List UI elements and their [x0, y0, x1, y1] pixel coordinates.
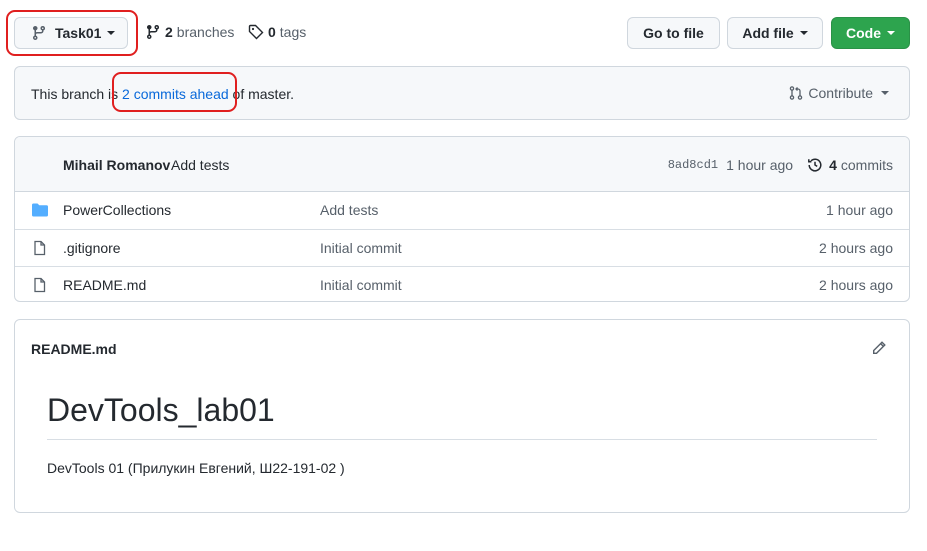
- ahead-prefix: This branch is: [31, 86, 123, 102]
- commit-time: 1 hour ago: [726, 157, 794, 173]
- latest-commit-bar: Mihail Romanov Add tests 8ad8cd1 1 hour …: [15, 137, 909, 192]
- tag-icon: [248, 24, 264, 40]
- branch-ahead-text: This branch is 2 commits ahead of master…: [31, 86, 294, 102]
- tags-link[interactable]: 0 tags: [248, 24, 306, 40]
- git-pull-request-icon: [788, 85, 804, 101]
- add-file-button[interactable]: Add file: [727, 17, 823, 49]
- pencil-icon[interactable]: [871, 340, 887, 356]
- file-commit-message[interactable]: Initial commit: [320, 240, 402, 256]
- branch-ahead-banner: This branch is 2 commits ahead of master…: [14, 66, 910, 120]
- commits-ahead-link[interactable]: 2 commits ahead: [122, 86, 229, 102]
- file-icon: [31, 277, 49, 293]
- history-icon: [807, 157, 823, 173]
- add-file-label: Add file: [742, 25, 794, 41]
- readme-paragraph: DevTools 01 (Прилукин Евгений, Ш22-191-0…: [47, 460, 345, 476]
- git-branch-icon: [145, 24, 161, 40]
- file-row[interactable]: README.md Initial commit 2 hours ago: [15, 266, 909, 301]
- file-age: 1 hour ago: [826, 202, 893, 218]
- branches-label: branches: [176, 24, 235, 40]
- contribute-label: Contribute: [808, 85, 873, 101]
- go-to-file-button[interactable]: Go to file: [627, 17, 720, 49]
- go-to-file-label: Go to file: [643, 25, 704, 41]
- commit-meta: 8ad8cd1 1 hour ago 4 commits: [668, 157, 893, 173]
- readme-heading: DevTools_lab01: [47, 392, 275, 428]
- ahead-suffix: of master.: [228, 86, 295, 102]
- repo-toolbar: Task01 2 branches 0 tags Go to file Add …: [0, 0, 927, 66]
- tags-label: tags: [279, 24, 307, 40]
- commits-history-link[interactable]: 4 commits: [807, 157, 893, 173]
- file-icon: [31, 240, 49, 256]
- file-name[interactable]: .gitignore: [63, 240, 121, 256]
- file-row[interactable]: .gitignore Initial commit 2 hours ago: [15, 229, 909, 266]
- commit-sha[interactable]: 8ad8cd1: [668, 158, 718, 172]
- file-row[interactable]: PowerCollections Add tests 1 hour ago: [15, 192, 909, 229]
- file-name[interactable]: README.md: [63, 277, 146, 293]
- chevron-down-icon: [881, 91, 889, 95]
- file-name[interactable]: PowerCollections: [63, 202, 171, 218]
- readme-filename: README.md: [31, 341, 117, 357]
- contribute-button[interactable]: Contribute: [788, 85, 889, 101]
- branches-link[interactable]: 2 branches: [145, 24, 234, 40]
- branch-select-button[interactable]: Task01: [14, 17, 128, 49]
- code-button[interactable]: Code: [831, 17, 910, 49]
- folder-icon: [31, 202, 49, 218]
- readme-panel: README.md DevTools_lab01 DevTools 01 (Пр…: [14, 319, 910, 513]
- file-commit-message[interactable]: Initial commit: [320, 277, 402, 293]
- commits-label: commits: [840, 157, 893, 173]
- chevron-down-icon: [799, 31, 808, 35]
- commit-author[interactable]: Mihail Romanov: [63, 157, 170, 173]
- file-commit-message[interactable]: Add tests: [320, 202, 378, 218]
- chevron-down-icon: [107, 31, 116, 35]
- git-branch-icon: [31, 25, 47, 41]
- branch-name: Task01: [55, 25, 102, 41]
- readme-divider: [47, 439, 877, 440]
- commits-count: 4: [829, 157, 837, 173]
- file-age: 2 hours ago: [819, 240, 893, 256]
- branches-count: 2: [165, 24, 173, 40]
- chevron-down-icon: [887, 31, 895, 35]
- file-list: Mihail Romanov Add tests 8ad8cd1 1 hour …: [14, 136, 910, 302]
- tags-count: 0: [268, 24, 276, 40]
- file-age: 2 hours ago: [819, 277, 893, 293]
- commit-message[interactable]: Add tests: [171, 157, 229, 173]
- code-label: Code: [846, 25, 881, 41]
